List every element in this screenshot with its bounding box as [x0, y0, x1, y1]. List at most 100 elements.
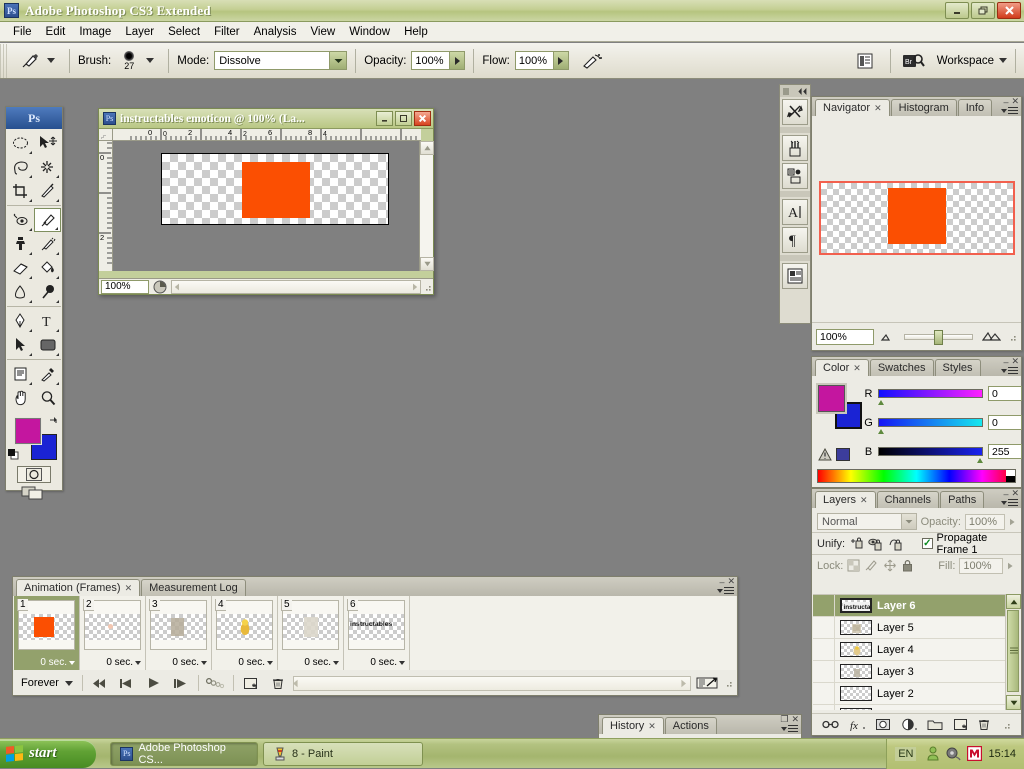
- chevron-down-icon[interactable]: [329, 52, 347, 69]
- tab-navigator[interactable]: Navigator ✕: [815, 99, 890, 116]
- layer-comps-icon[interactable]: [782, 263, 808, 289]
- paragraph-icon[interactable]: ¶: [782, 227, 808, 253]
- unify-style-icon[interactable]: [888, 537, 904, 551]
- navigator-preview[interactable]: [812, 116, 1021, 320]
- tab-layers[interactable]: Layers ✕: [815, 491, 876, 508]
- minimize-button[interactable]: [945, 2, 969, 19]
- channel-slider-knob-r[interactable]: [877, 398, 886, 406]
- move-tool[interactable]: [34, 131, 61, 155]
- new-layer-icon[interactable]: [953, 718, 968, 731]
- delete-frame-icon[interactable]: [266, 674, 290, 692]
- layer-visibility-toggle[interactable]: [813, 683, 835, 704]
- frame-delay[interactable]: 0 sec.: [304, 657, 339, 668]
- channel-slider-r[interactable]: [877, 389, 983, 405]
- menu-item-layer[interactable]: Layer: [118, 24, 161, 40]
- flow-input[interactable]: 100%: [514, 51, 569, 70]
- duplicate-frame-icon[interactable]: [239, 674, 263, 692]
- color-panel-foreground-chip[interactable]: [816, 383, 847, 414]
- panel-close-icon[interactable]: ✕: [1011, 488, 1019, 499]
- animation-frame[interactable]: 4 0 sec.: [212, 596, 278, 670]
- animation-panel-resize-grip[interactable]: [723, 678, 733, 688]
- panel-minimize-icon[interactable]: –: [1003, 489, 1008, 499]
- zoom-tool[interactable]: [34, 386, 61, 410]
- layer-fill-input[interactable]: 100%: [959, 557, 1004, 574]
- flow-slider-arrow[interactable]: [552, 52, 568, 69]
- gamut-warning-icon[interactable]: [818, 448, 832, 461]
- language-indicator[interactable]: EN: [895, 746, 917, 761]
- layer-row[interactable]: Layer 1: [813, 705, 1020, 710]
- panel-close-icon[interactable]: ✕: [1011, 96, 1019, 107]
- channel-value-r[interactable]: 0: [988, 386, 1022, 401]
- scroll-down-arrow-icon[interactable]: [420, 257, 434, 271]
- tab-swatches[interactable]: Swatches: [869, 359, 934, 376]
- toolbox-header[interactable]: Ps: [6, 107, 62, 129]
- menu-item-image[interactable]: Image: [72, 24, 118, 40]
- animation-frame[interactable]: 2 0 sec.: [80, 596, 146, 670]
- menu-item-analysis[interactable]: Analysis: [247, 24, 304, 40]
- lasso-tool[interactable]: [7, 155, 34, 179]
- convert-to-timeline-icon[interactable]: [694, 674, 720, 692]
- scroll-up-arrow-icon[interactable]: [420, 141, 434, 155]
- document-info-icon[interactable]: [149, 279, 171, 294]
- document-canvas[interactable]: [113, 141, 421, 271]
- lock-all-icon[interactable]: [901, 559, 914, 572]
- start-button[interactable]: start: [0, 739, 96, 768]
- layer-opacity-slider-arrow[interactable]: [1009, 518, 1016, 526]
- lock-transparency-icon[interactable]: [847, 559, 860, 572]
- slice-tool[interactable]: [34, 179, 61, 203]
- navigator-panel-menu-button[interactable]: [1001, 107, 1018, 115]
- out-of-gamut-color-chip[interactable]: [836, 448, 850, 461]
- shape-tool[interactable]: [34, 333, 61, 357]
- link-layers-icon[interactable]: [822, 718, 839, 731]
- adjustment-layer-icon[interactable]: [901, 718, 918, 731]
- panel-close-icon[interactable]: ✕: [1011, 356, 1019, 367]
- default-colors-icon[interactable]: [8, 449, 19, 460]
- type-tool[interactable]: T: [34, 309, 61, 333]
- navigator-resize-grip[interactable]: [1007, 332, 1017, 342]
- tab-animation-frames[interactable]: Animation (Frames) ✕: [16, 579, 141, 596]
- marquee-tool[interactable]: [7, 131, 34, 155]
- panel-close-icon[interactable]: ✕: [727, 576, 735, 587]
- document-title-bar[interactable]: Ps instructables emoticon @ 100% (La...: [99, 109, 433, 129]
- tween-icon[interactable]: [204, 674, 228, 692]
- healing-brush-tool[interactable]: [7, 208, 34, 232]
- brush-picker-arrow[interactable]: [146, 58, 155, 63]
- layer-visibility-toggle[interactable]: [813, 617, 835, 638]
- animation-frame[interactable]: 3 0 sec.: [146, 596, 212, 670]
- paint-bucket-tool[interactable]: [34, 256, 61, 280]
- select-next-frame-icon[interactable]: [169, 674, 193, 692]
- tab-measurement-log[interactable]: Measurement Log: [141, 579, 246, 596]
- layer-row[interactable]: Layer 2: [813, 683, 1020, 705]
- character-icon[interactable]: A: [782, 199, 808, 225]
- document-horizontal-scrollbar[interactable]: [171, 279, 421, 294]
- layer-list-scroll-thumb[interactable]: [1007, 610, 1019, 692]
- layer-opacity-input[interactable]: 100%: [964, 513, 1005, 530]
- layer-visibility-toggle[interactable]: [813, 595, 835, 616]
- icon-rail-header[interactable]: [780, 85, 810, 97]
- delete-layer-icon[interactable]: [977, 718, 991, 731]
- clone-stamp-tool[interactable]: [7, 232, 34, 256]
- propagate-frame-checkbox[interactable]: ✓: [922, 538, 933, 549]
- panel-close-icon[interactable]: ✕: [791, 714, 799, 725]
- white-black-chip[interactable]: [1006, 470, 1015, 482]
- menu-item-edit[interactable]: Edit: [39, 24, 73, 40]
- animation-loop-select[interactable]: Forever: [17, 675, 77, 692]
- layer-list[interactable]: instructables Layer 6 Layer 5 Layer 4 La…: [813, 594, 1020, 710]
- animation-frames-strip[interactable]: 1 0 sec. 2 0 sec. 3 0 sec. 4 0 sec. 5 0 …: [14, 596, 736, 670]
- options-bar-grip[interactable]: [0, 43, 9, 78]
- maximize-button[interactable]: [971, 2, 995, 19]
- frame-delay[interactable]: 0 sec.: [106, 657, 141, 668]
- tool-presets-icon[interactable]: [782, 99, 808, 125]
- panel-minimize-icon[interactable]: –: [1003, 357, 1008, 367]
- scroll-left-arrow-icon[interactable]: [290, 679, 299, 688]
- scroll-right-arrow-icon[interactable]: [412, 283, 420, 291]
- channel-value-g[interactable]: 0: [988, 415, 1022, 430]
- play-animation-icon[interactable]: [142, 674, 166, 692]
- brush-tool-icon[interactable]: [13, 48, 47, 74]
- pen-tool[interactable]: [7, 309, 34, 333]
- hand-tool[interactable]: [7, 386, 34, 410]
- brush-preview[interactable]: 27: [116, 50, 142, 71]
- animation-horizontal-scrollbar[interactable]: [290, 675, 691, 691]
- tab-histogram[interactable]: Histogram: [890, 99, 957, 116]
- menu-item-file[interactable]: File: [6, 24, 39, 40]
